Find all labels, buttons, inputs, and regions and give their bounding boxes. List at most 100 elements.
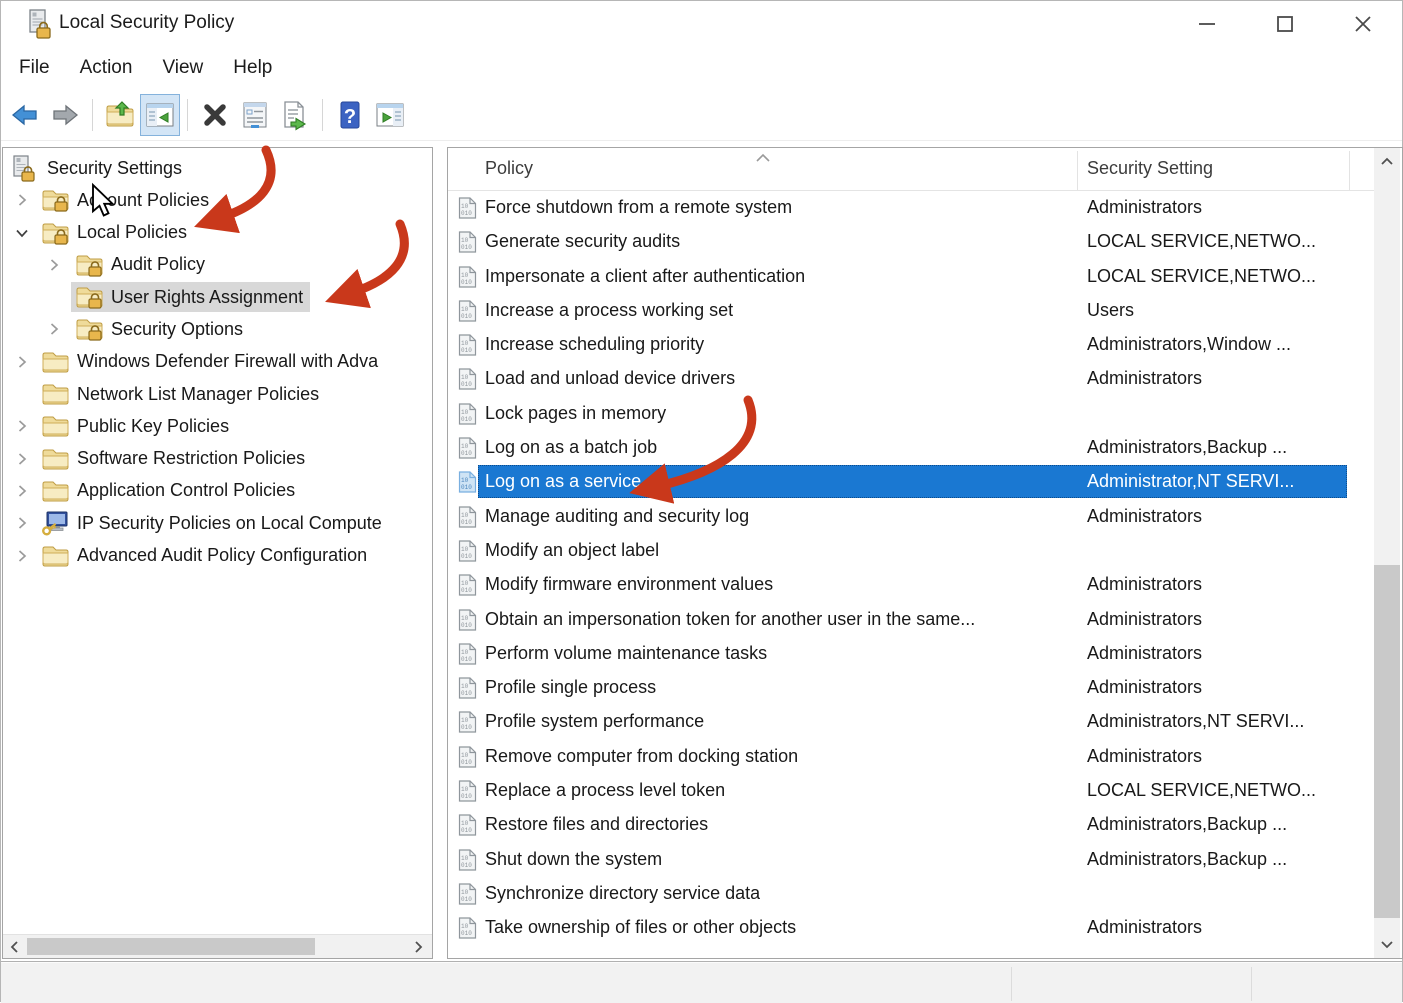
policy-row-increase-a-process-working-set[interactable]: 10 010 Increase a process working set User…	[448, 293, 1374, 327]
tree-item-local-policies[interactable]: Local Policies	[3, 217, 432, 249]
scroll-up-arrow-icon[interactable]	[1379, 154, 1395, 170]
expand-chevron-icon[interactable]	[47, 322, 61, 336]
vertical-scrollbar[interactable]	[1374, 148, 1400, 958]
forward-button[interactable]	[45, 94, 85, 136]
expand-chevron-icon[interactable]	[15, 516, 29, 530]
menu-help[interactable]: Help	[218, 53, 287, 83]
svg-text:010: 010	[461, 450, 472, 457]
scroll-down-arrow-icon[interactable]	[1379, 936, 1395, 952]
tree-item-windows-defender-firewall-with-adva[interactable]: Windows Defender Firewall with Adva	[3, 346, 432, 378]
tree-item-audit-policy[interactable]: Audit Policy	[3, 249, 432, 281]
tree-item-content[interactable]: Account Policies	[37, 185, 216, 215]
scroll-left-arrow-icon[interactable]	[7, 939, 23, 955]
policy-name: Lock pages in memory	[485, 402, 667, 423]
policy-doc-icon: 10 010	[458, 677, 477, 699]
policy-row-restore-files-and-directories[interactable]: 10 010 Restore files and directories Admin…	[448, 807, 1374, 841]
policy-row-shut-down-the-system[interactable]: 10 010 Shut down the system Administrators…	[448, 842, 1374, 876]
folder-icon	[41, 446, 69, 472]
column-header-security-setting[interactable]: Security Setting	[1087, 158, 1213, 179]
policy-row-lock-pages-in-memory[interactable]: 10 010 Lock pages in memory	[448, 396, 1374, 430]
policy-row-force-shutdown-from-a-remote-system[interactable]: 10 010 Force shutdown from a remote syste…	[448, 190, 1374, 224]
policy-row-profile-single-process[interactable]: 10 010 Profile single process Administrato…	[448, 670, 1374, 704]
svg-text:010: 010	[461, 862, 472, 869]
column-divider[interactable]	[1349, 151, 1350, 190]
expand-chevron-icon[interactable]	[15, 452, 29, 466]
column-divider[interactable]	[1077, 151, 1078, 190]
tree-item-security-options[interactable]: Security Options	[3, 313, 432, 345]
tree-item-security-settings[interactable]: Security Settings	[3, 152, 432, 184]
menu-action[interactable]: Action	[65, 53, 148, 83]
tree-item-content[interactable]: Advanced Audit Policy Configuration	[37, 541, 374, 571]
policy-row-synchronize-directory-service-data[interactable]: 10 010 Synchronize directory service data	[448, 876, 1374, 910]
tree-item-content[interactable]: Security Options	[71, 314, 250, 344]
tree-item-content[interactable]: Application Control Policies	[37, 476, 302, 506]
horizontal-scrollbar-thumb[interactable]	[27, 938, 315, 955]
tree-item-content[interactable]: IP Security Policies on Local Compute	[37, 508, 389, 538]
tree-item-content[interactable]: Network List Manager Policies	[37, 379, 326, 409]
menu-view[interactable]: View	[147, 53, 218, 83]
delete-button[interactable]	[195, 94, 235, 136]
expand-chevron-icon[interactable]	[15, 355, 29, 369]
up-one-level-button[interactable]	[100, 94, 140, 136]
expand-chevron-icon[interactable]	[15, 193, 29, 207]
policy-row-modify-firmware-environment-values[interactable]: 10 010 Modify firmware environment values…	[448, 567, 1374, 601]
export-list-button[interactable]	[275, 94, 315, 136]
collapse-chevron-icon[interactable]	[15, 226, 29, 240]
tree-item-account-policies[interactable]: Account Policies	[3, 184, 432, 216]
policy-row-take-ownership-of-files-or-other-objects[interactable]: 10 010 Take ownership of files or other o…	[448, 910, 1374, 944]
tree-item-software-restriction-policies[interactable]: Software Restriction Policies	[3, 443, 432, 475]
expand-chevron-icon[interactable]	[15, 419, 29, 433]
maximize-button[interactable]	[1246, 1, 1324, 47]
close-button[interactable]	[1324, 1, 1402, 47]
tree-item-content[interactable]: User Rights Assignment	[71, 282, 311, 313]
properties-button[interactable]	[235, 94, 275, 136]
back-button[interactable]	[5, 94, 45, 136]
show-action-pane-button[interactable]	[370, 94, 410, 136]
expand-chevron-icon[interactable]	[15, 484, 29, 498]
folder-lock-icon	[41, 220, 69, 246]
security-setting-value: Administrators	[1087, 574, 1203, 595]
policy-doc-icon: 10 010	[458, 574, 477, 596]
tree-item-user-rights-assignment[interactable]: User Rights Assignment	[3, 281, 432, 313]
policy-row-increase-scheduling-priority[interactable]: 10 010 Increase scheduling priority Admini…	[448, 327, 1374, 361]
column-header-policy[interactable]: Policy	[485, 158, 533, 179]
policy-row-perform-volume-maintenance-tasks[interactable]: 10 010 Perform volume maintenance tasks Ad…	[448, 636, 1374, 670]
expand-chevron-icon[interactable]	[15, 549, 29, 563]
tree-item-content[interactable]: Local Policies	[37, 218, 194, 248]
policy-row-profile-system-performance[interactable]: 10 010 Profile system performance Administ…	[448, 704, 1374, 738]
tree-item-ip-security-policies-on-local-compute[interactable]: IP Security Policies on Local Compute	[3, 507, 432, 539]
policy-row-modify-an-object-label[interactable]: 10 010 Modify an object label	[448, 533, 1374, 567]
show-console-tree-button[interactable]	[140, 93, 180, 136]
tree-item-content[interactable]: Security Settings	[7, 153, 189, 183]
tree-item-public-key-policies[interactable]: Public Key Policies	[3, 410, 432, 442]
tree-item-application-control-policies[interactable]: Application Control Policies	[3, 475, 432, 507]
expand-chevron-icon[interactable]	[47, 258, 61, 272]
policy-row-obtain-an-impersonation-token-for-another-user-in-the-same[interactable]: 10 010 Obtain an impersonation token for …	[448, 602, 1374, 636]
vertical-scrollbar-thumb[interactable]	[1374, 565, 1400, 918]
tree-item-content[interactable]: Windows Defender Firewall with Adva	[37, 347, 385, 377]
scroll-right-arrow-icon[interactable]	[410, 939, 426, 955]
policy-row-log-on-as-a-service[interactable]: 10 010 Log on as a service Administrator,N…	[448, 464, 1374, 498]
policy-doc-icon: 10 010	[458, 300, 477, 322]
security-setting-value: Administrators	[1087, 368, 1203, 389]
policy-row-generate-security-audits[interactable]: 10 010 Generate security audits LOCAL SERV…	[448, 224, 1374, 258]
horizontal-scrollbar[interactable]	[3, 934, 432, 958]
policy-row-log-on-as-a-batch-job[interactable]: 10 010 Log on as a batch job Administrator…	[448, 430, 1374, 464]
security-setting-value: Administrators	[1087, 917, 1203, 938]
tree-item-network-list-manager-policies[interactable]: Network List Manager Policies	[3, 378, 432, 410]
policy-row-replace-a-process-level-token[interactable]: 10 010 Replace a process level token LOCAL…	[448, 773, 1374, 807]
policy-row-remove-computer-from-docking-station[interactable]: 10 010 Remove computer from docking stati…	[448, 739, 1374, 773]
minimize-button[interactable]	[1168, 1, 1246, 47]
menu-file[interactable]: File	[4, 53, 65, 83]
tree-item-label: Account Policies	[77, 189, 210, 210]
tree-item-content[interactable]: Software Restriction Policies	[37, 444, 312, 474]
policy-row-impersonate-a-client-after-authentication[interactable]: 10 010 Impersonate a client after authent…	[448, 259, 1374, 293]
help-button[interactable]: ?	[330, 94, 370, 136]
policy-row-load-and-unload-device-drivers[interactable]: 10 010 Load and unload device drivers Admi…	[448, 361, 1374, 395]
tree-item-label: Public Key Policies	[77, 415, 230, 436]
status-bar-separator	[1011, 967, 1012, 1001]
policy-row-manage-auditing-and-security-log[interactable]: 10 010 Manage auditing and security log Ad…	[448, 499, 1374, 533]
tree-item-advanced-audit-policy-configuration[interactable]: Advanced Audit Policy Configuration	[3, 540, 432, 572]
tree-item-content[interactable]: Public Key Policies	[37, 411, 236, 441]
tree-item-content[interactable]: Audit Policy	[71, 250, 212, 280]
